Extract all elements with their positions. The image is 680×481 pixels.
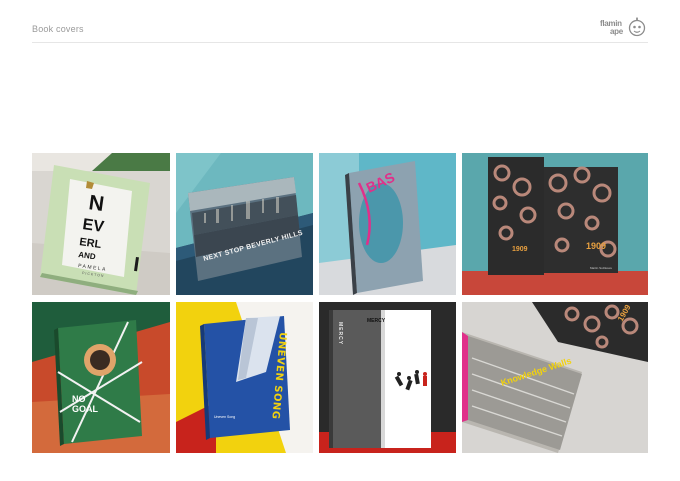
1909-spine-title: 1909	[512, 246, 528, 253]
flaminape-logo[interactable]: flamin ape	[600, 14, 646, 40]
cover-tile-uneven-song[interactable]: UNEVEN SONG Uneven Song	[176, 302, 313, 453]
mercy-title: MERCY	[367, 318, 386, 324]
uneven-song-blurb: Uneven Song	[214, 415, 235, 419]
page-header: Book covers flamin ape	[32, 0, 648, 43]
uneven-song-mockup: UNEVEN SONG Uneven Song	[176, 302, 313, 453]
no-goal-mockup: NO GOAL	[32, 302, 170, 453]
mercy-mockup: MERCY MERCY	[319, 302, 456, 453]
logo-wordmark: flamin ape	[600, 20, 623, 36]
page-title: Book covers	[32, 24, 84, 34]
neverland-line-1: N	[87, 191, 105, 216]
cover-tile-neverland[interactable]: N EV ERL AND PAMELA PICKTON	[32, 153, 170, 295]
cover-tile-1909[interactable]: 1909 1909 Martin Sulzkowe	[462, 153, 648, 295]
bas-mockup: BAS	[319, 153, 456, 295]
cover-tile-mercy[interactable]: MERCY MERCY	[319, 302, 456, 453]
cover-tile-next-stop-beverly-hills[interactable]: NEXT STOP BEVERLY HILLS	[176, 153, 313, 295]
cover-tile-knowledge-walls[interactable]: 1909 Knowledge Walls	[462, 302, 648, 453]
neverland-mockup: N EV ERL AND PAMELA PICKTON	[32, 153, 170, 295]
1909-title: 1909	[586, 241, 606, 251]
neverland-line-2: EV	[81, 216, 105, 236]
no-goal-line-1: NO	[72, 394, 86, 404]
knowledge-walls-mockup: 1909 Knowledge Walls	[462, 302, 648, 453]
cover-tile-bas[interactable]: BAS	[319, 153, 456, 295]
ape-icon	[628, 17, 646, 37]
mercy-spine-title: MERCY	[337, 322, 343, 345]
cover-tile-no-goal[interactable]: NO GOAL	[32, 302, 170, 453]
beverly-hills-mockup: NEXT STOP BEVERLY HILLS	[176, 153, 313, 295]
logo-line-2: ape	[610, 27, 623, 36]
1909-mockup: 1909 1909 Martin Sulzkowe	[462, 153, 648, 295]
1909-author: Martin Sulzkowe	[590, 266, 612, 270]
no-goal-line-2: GOAL	[72, 404, 99, 414]
